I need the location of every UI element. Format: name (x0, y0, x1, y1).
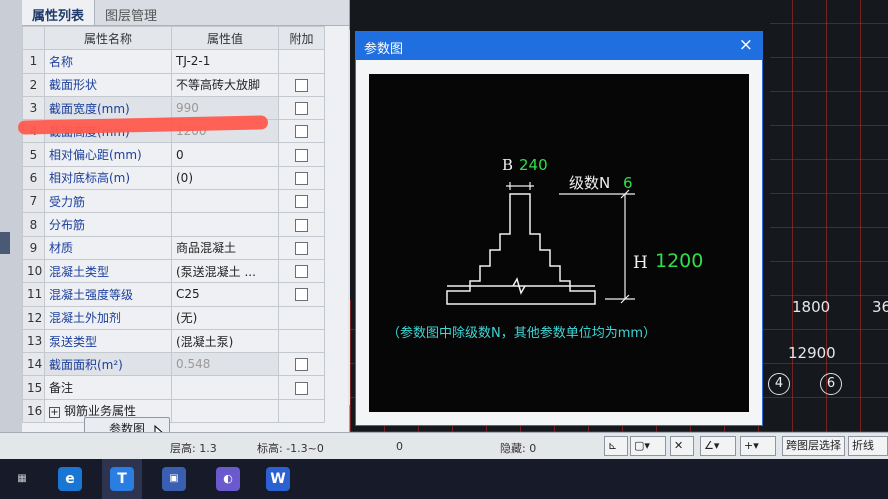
cross-layer-select-button[interactable]: 跨图层选择 (782, 436, 845, 456)
tab-property-list[interactable]: 属性列表 (22, 0, 96, 25)
close-icon[interactable]: × (739, 35, 753, 55)
b-value: 240 (519, 156, 548, 174)
status-bar: 层高: 1.3 标高: -1.3~0 0 隐藏: 0 ⊾ ▢▾ ✕ ∠▾ +▾ … (0, 432, 888, 459)
media-app-icon[interactable]: ◐ (216, 467, 240, 491)
footing-outline (446, 193, 596, 305)
expand-plus-icon[interactable]: + (49, 407, 60, 419)
table-row[interactable]: 1 名称 TJ-2-1 (22, 49, 325, 74)
left-side-strip (0, 0, 22, 445)
extra-checkbox[interactable] (295, 195, 308, 209)
extra-checkbox[interactable] (295, 288, 308, 302)
angle-icon[interactable]: ∠▾ (700, 436, 736, 456)
table-row[interactable]: 14 截面面积(m²) 0.548 (22, 352, 325, 377)
extra-checkbox[interactable] (295, 78, 308, 92)
n-value: 6 (623, 174, 633, 192)
panel-tabs: 属性列表 图层管理 (22, 0, 349, 26)
dialog-title: 参数图 (364, 42, 404, 57)
ortho-icon[interactable]: ⊾ (604, 436, 628, 456)
wps-app-icon[interactable]: W (266, 467, 290, 491)
dimension-label: 1800 (792, 298, 831, 316)
table-row[interactable]: 15 备注 (22, 375, 325, 400)
table-row[interactable]: 2 截面形状 不等高砖大放脚 (22, 72, 325, 97)
tab-layer-manager[interactable]: 图层管理 (95, 0, 167, 25)
param-figure: B 240 级数N 6 H 1200 （参数图中除级数N，其他参数单位均为mm） (369, 74, 749, 412)
table-row[interactable]: 5 相对偏心距(mm) 0 (22, 142, 325, 167)
extra-checkbox[interactable] (295, 381, 308, 395)
axis-marker: 6 (820, 373, 842, 395)
header-prop-value: 属性值 (171, 25, 279, 51)
extra-checkbox[interactable] (295, 218, 308, 232)
extra-checkbox[interactable] (295, 125, 308, 139)
zero-text: 0 (396, 440, 403, 453)
header-prop-name: 属性名称 (44, 25, 172, 51)
n-label: 级数N (569, 174, 610, 192)
table-row[interactable]: 12 混凝土外加剂 (无) (22, 305, 325, 330)
windows-start-icon[interactable]: ▦ (10, 467, 34, 491)
axis-marker: 4 (768, 373, 790, 395)
header-extra: 附加 (278, 25, 325, 51)
dimension-label: 36 (872, 298, 888, 316)
property-panel: 属性列表 图层管理 属性名称 属性值 附加 1 名称 TJ-2-1 2 截面形状 不等高… (22, 0, 362, 445)
extra-checkbox[interactable] (295, 358, 308, 372)
property-table: 属性名称 属性值 附加 1 名称 TJ-2-1 2 截面形状 不等高砖大放脚 3 截面宽度… (22, 25, 325, 424)
extra-checkbox[interactable] (295, 265, 308, 279)
footing-drawing: B 240 级数N 6 H 1200 （参数图中除级数N，其他参数单位均为mm） (387, 156, 703, 341)
figure-note: （参数图中除级数N，其他参数单位均为mm） (387, 325, 656, 341)
polyline-select-button[interactable]: 折线选 (848, 436, 888, 456)
hidden-count-text: 隐藏: 0 (500, 442, 537, 455)
table-row[interactable]: 10 混凝土类型 (泵送混凝土 ... (22, 258, 325, 284)
h-label: H (633, 253, 648, 273)
snap-icon[interactable]: +▾ (740, 436, 776, 456)
table-header: 属性名称 属性值 附加 (22, 25, 325, 51)
elevation-text: 标高: -1.3~0 (257, 442, 324, 455)
dimension-label: 12900 (788, 344, 836, 362)
table-row[interactable]: 6 相对底标高(m) (0) (22, 165, 325, 191)
extra-checkbox[interactable] (295, 102, 308, 116)
param-diagram-dialog: 参数图 × B 240 级数N 6 H 1200 （参数图中除级数N，其他参数单… (355, 31, 763, 426)
table-row[interactable]: 7 受力筋 (22, 189, 325, 214)
floor-height-text: 层高: 1.3 (170, 442, 217, 455)
table-row[interactable]: 8 分布筋 (22, 212, 325, 237)
b-label: B (502, 156, 513, 174)
table-row[interactable]: 11 混凝土强度等级 C25 (22, 282, 325, 307)
table-row[interactable]: 3 截面宽度(mm) 990 (22, 95, 325, 121)
cross-icon[interactable]: ✕ (670, 436, 694, 456)
extra-checkbox[interactable] (295, 148, 308, 162)
table-row[interactable]: 9 材质 商品混凝土 (22, 235, 325, 260)
edge-browser-icon[interactable]: e (58, 467, 82, 491)
dialog-titlebar[interactable]: 参数图 × (356, 32, 762, 60)
extra-checkbox[interactable] (295, 171, 308, 185)
select-box-icon[interactable]: ▢▾ (630, 436, 666, 456)
table-row[interactable]: 13 泵送类型 (混凝土泵) (22, 328, 325, 354)
side-handle[interactable] (0, 232, 10, 254)
taskbar: ▦ e T ▣ ◐ W (0, 459, 888, 499)
calc-app-icon[interactable]: ▣ (162, 467, 186, 491)
glodon-app-icon[interactable]: T (110, 467, 134, 491)
table-row[interactable]: 16 + 钢筋业务属性 (22, 398, 325, 424)
extra-checkbox[interactable] (295, 241, 308, 255)
h-value: 1200 (655, 250, 703, 272)
